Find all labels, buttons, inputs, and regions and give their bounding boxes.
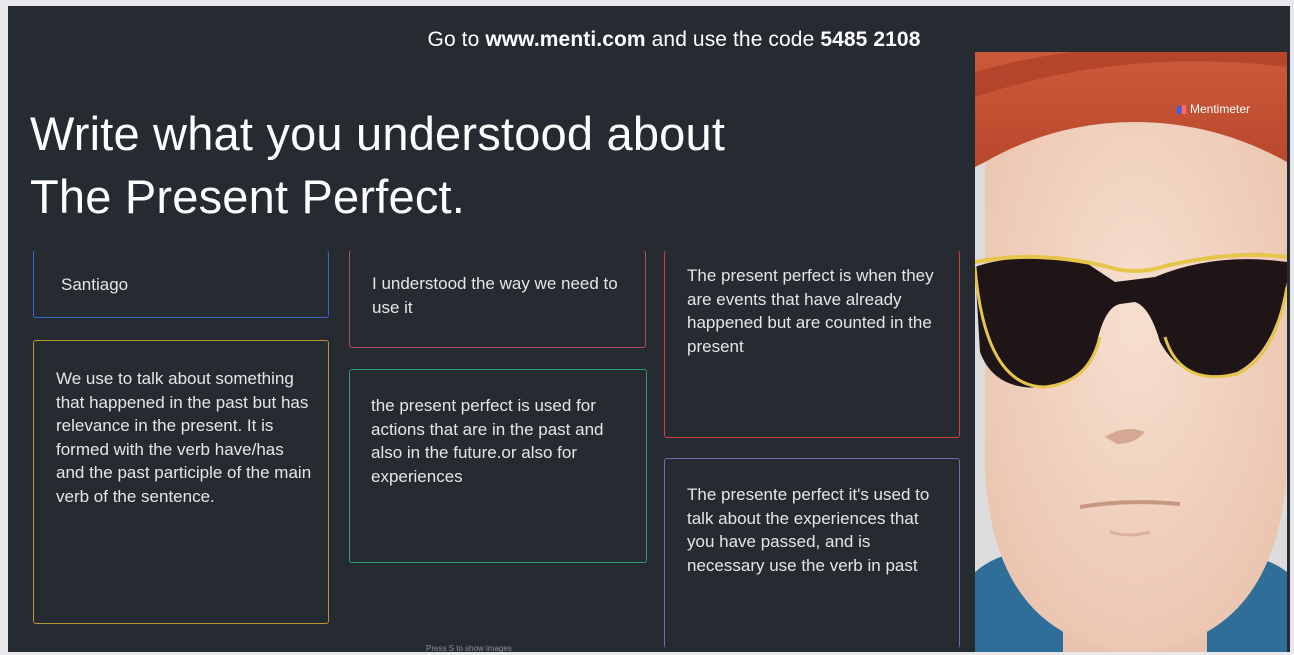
mentimeter-logo-icon	[1177, 104, 1186, 114]
brand-name: Mentimeter	[1190, 102, 1251, 116]
response-text: Santiago	[61, 275, 129, 294]
response-text: The present perfect is when they are eve…	[687, 266, 934, 356]
join-prefix: Go to	[427, 28, 486, 51]
response-card: Santiago	[33, 250, 329, 318]
mentimeter-logo: Mentimeter	[1177, 102, 1250, 116]
avatar-with-sunglasses-icon	[975, 52, 1287, 652]
join-instructions: Go to www.menti.com and use the code 548…	[8, 28, 1290, 52]
keyboard-hint: Press S to show images	[426, 644, 512, 652]
response-card: We use to talk about something that happ…	[33, 340, 329, 624]
response-text: I understood the way we need to use it	[372, 274, 618, 317]
join-code: 5485 2108	[820, 28, 921, 51]
question-title: Write what you understood about The Pres…	[30, 107, 726, 223]
response-card: The presente perfect it's used to talk a…	[664, 458, 960, 648]
response-card: I understood the way we need to use it	[349, 250, 646, 348]
response-card: the present perfect is used for actions …	[349, 369, 647, 563]
response-text: We use to talk about something that happ…	[56, 369, 312, 506]
presenter-avatar	[975, 52, 1287, 652]
join-url[interactable]: www.menti.com	[485, 28, 645, 51]
response-text: The presente perfect it's used to talk a…	[687, 485, 930, 575]
response-text: the present perfect is used for actions …	[371, 396, 604, 486]
response-card: The present perfect is when they are eve…	[664, 250, 960, 438]
join-middle: and use the code	[645, 28, 821, 51]
